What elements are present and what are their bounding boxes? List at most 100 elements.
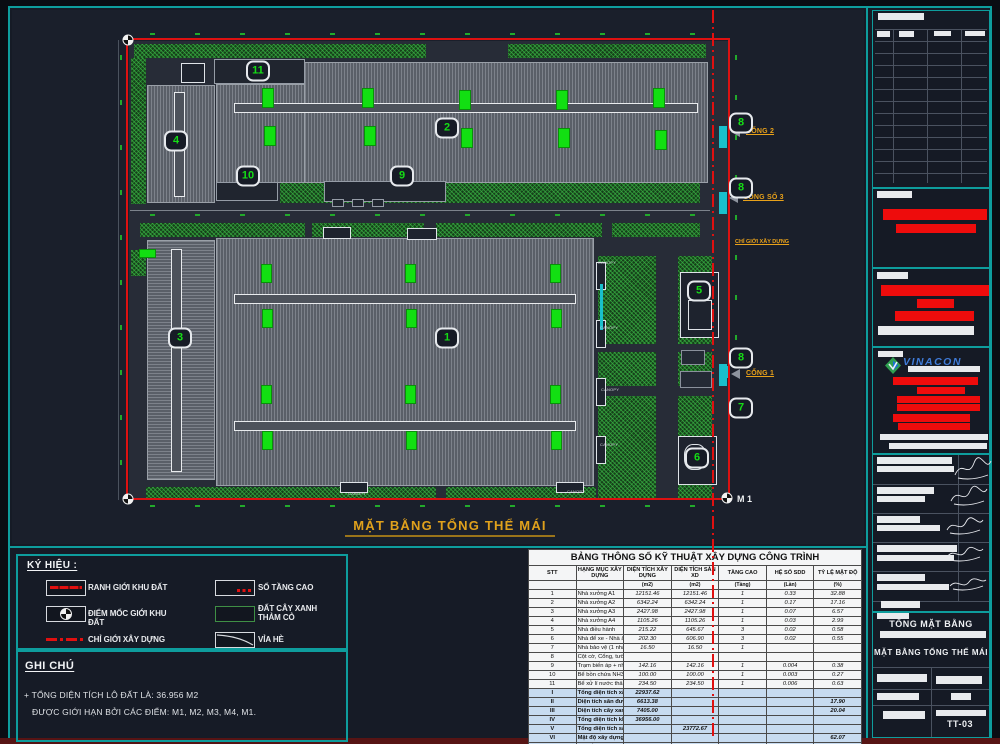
dimension-tick bbox=[285, 33, 290, 35]
redaction-bar bbox=[893, 377, 978, 385]
redaction-bar bbox=[878, 326, 974, 335]
building-marker: 7 bbox=[729, 398, 753, 419]
table-row: 5Nhà điều hành215.22645.67 30.020.58 bbox=[529, 626, 862, 635]
table-row: VTổng diện tích sàn23772.67 bbox=[529, 725, 862, 734]
roof-vent bbox=[364, 126, 376, 146]
vinacon-logo-icon bbox=[885, 357, 901, 374]
redaction-bar bbox=[899, 31, 914, 37]
dimension-tick bbox=[120, 190, 122, 195]
spec-table-unit bbox=[576, 581, 624, 590]
redaction-bar bbox=[877, 487, 934, 494]
site-boundary bbox=[126, 38, 730, 500]
table-row: 4Nhà xưởng A41105.261105.26 10.032.99 bbox=[529, 617, 862, 626]
spec-table-unit: (Tầng) bbox=[719, 581, 767, 590]
survey-marker-m1 bbox=[722, 493, 733, 504]
redaction-bar bbox=[951, 693, 971, 700]
dimension-tick bbox=[120, 280, 122, 285]
canvas-bottom-divider bbox=[10, 546, 866, 548]
cad-sheet: M 1 CHỈ GIỚI XÂY DỰNG MẶT BẰNG TỔNG THỂ … bbox=[0, 0, 1000, 744]
roof-vent bbox=[551, 309, 562, 328]
dimension-tick bbox=[555, 33, 560, 35]
roof-vent bbox=[556, 90, 568, 110]
building-marker: 8 bbox=[729, 178, 753, 199]
survey-marker-m1-label: M 1 bbox=[737, 494, 752, 504]
redaction-bar bbox=[897, 404, 980, 411]
redaction-bar bbox=[934, 31, 951, 36]
dimension-tick bbox=[555, 505, 560, 507]
redaction-bar bbox=[881, 601, 920, 608]
spec-table-unit: (%) bbox=[814, 581, 862, 590]
dimension-tick bbox=[240, 214, 245, 216]
roof-vent bbox=[405, 264, 416, 283]
roof-vent bbox=[558, 128, 570, 148]
dimension-tick bbox=[330, 33, 335, 35]
building-marker: 11 bbox=[246, 61, 270, 82]
dimension-tick bbox=[120, 370, 122, 375]
building-marker: 4 bbox=[164, 131, 188, 152]
building-marker: 1 bbox=[435, 328, 459, 349]
redaction-bar bbox=[877, 31, 890, 37]
dimension-tick bbox=[195, 33, 200, 35]
redaction-bar bbox=[877, 574, 925, 581]
building-marker: 5 bbox=[687, 281, 711, 302]
sheet-title: MẶT BẰNG TỔNG THỂ MÁI bbox=[873, 648, 989, 657]
table-row: 10Bể bồn chứa NH3 lỏng100.00100.00 10.00… bbox=[529, 671, 862, 680]
spec-table-unit: (m2) bbox=[624, 581, 672, 590]
redaction-bar bbox=[877, 525, 940, 531]
dimension-tick bbox=[150, 33, 155, 35]
redaction-bar bbox=[917, 387, 965, 394]
redaction-bar bbox=[880, 434, 988, 440]
dimension-tick bbox=[735, 95, 737, 100]
spec-table-title: BẢNG THÔNG SỐ KỸ THUẬT XÂY DỰNG CÔNG TRÌ… bbox=[529, 550, 862, 566]
floor-count-icon bbox=[215, 580, 255, 596]
redaction-bar bbox=[883, 711, 925, 719]
roof-vent bbox=[262, 309, 273, 328]
redaction-bar bbox=[936, 676, 982, 684]
project-view-title: TỔNG MẶT BẰNG bbox=[873, 619, 989, 629]
redaction-bar bbox=[889, 443, 987, 449]
site-plan: M 1 CHỈ GIỚI XÂY DỰNG MẶT BẰNG TỔNG THỂ … bbox=[0, 0, 868, 546]
redaction-bar bbox=[893, 414, 970, 422]
redaction-bar bbox=[877, 584, 949, 590]
redaction-bar bbox=[965, 31, 985, 36]
dimension-tick bbox=[375, 33, 380, 35]
roof-vent bbox=[261, 264, 272, 283]
roof-vent bbox=[550, 385, 561, 404]
dimension-tick bbox=[375, 214, 380, 216]
notes-title: GHI CHÚ bbox=[25, 660, 74, 672]
dimension-tick bbox=[645, 214, 650, 216]
redaction-bar bbox=[877, 693, 919, 700]
redaction-bar bbox=[898, 423, 970, 430]
redaction-bar bbox=[877, 191, 912, 198]
dimension-tick bbox=[420, 214, 425, 216]
dimension-tick bbox=[285, 214, 290, 216]
dimension-tick bbox=[735, 335, 737, 340]
dimension-tick bbox=[510, 33, 515, 35]
legend-item-label: VỈA HÈ bbox=[258, 635, 338, 644]
dimension-tick bbox=[420, 505, 425, 507]
table-row: IIIDiện tích cây xanh, cảnh quan7405.00 … bbox=[529, 707, 862, 716]
dimension-tick bbox=[735, 215, 737, 220]
building-marker: 9 bbox=[390, 166, 414, 187]
dimension-tick bbox=[285, 505, 290, 507]
canopy-label: CANOPY bbox=[567, 489, 585, 494]
signature bbox=[948, 482, 990, 510]
dimension-tick bbox=[120, 55, 122, 60]
dimension-tick bbox=[735, 55, 737, 60]
table-row: IVTổng diện tích khu đất36956.00 bbox=[529, 716, 862, 725]
roof-vent bbox=[139, 249, 156, 258]
spec-table-header: STT bbox=[529, 566, 577, 581]
redaction-bar bbox=[908, 366, 980, 372]
redaction-bar bbox=[917, 299, 954, 308]
redaction-bar bbox=[897, 396, 980, 403]
grid-line bbox=[893, 29, 894, 183]
table-row: 2Nhà xưởng A26342.246342.24 10.1717.16 bbox=[529, 599, 862, 608]
plan-title: MẶT BẰNG TỔNG THỂ MÁI bbox=[345, 518, 554, 537]
revision-grid bbox=[875, 29, 987, 183]
redaction-bar bbox=[877, 457, 952, 464]
building-marker: 6 bbox=[685, 448, 709, 469]
signature bbox=[947, 570, 989, 598]
dimension-tick bbox=[120, 460, 122, 465]
legend-item-label: ĐẤT CÂY XANH THẢM CỎ bbox=[258, 604, 338, 622]
spec-table-header: TẦNG CAO bbox=[719, 566, 767, 581]
